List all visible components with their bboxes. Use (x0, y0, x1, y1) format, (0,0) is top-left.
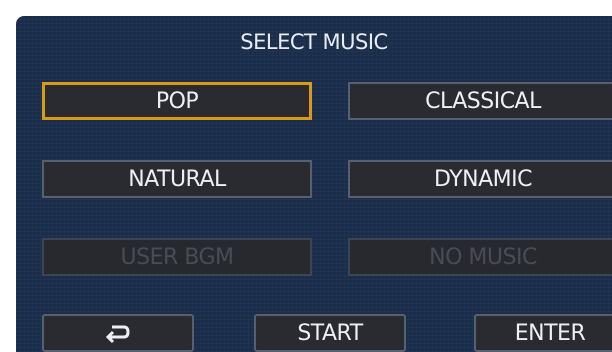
enter-button[interactable]: ENTER (474, 314, 612, 352)
select-music-screen: SELECT MUSIC POP CLASSICAL NATURAL DYNAM… (16, 16, 612, 352)
option-classical-button[interactable]: CLASSICAL (348, 82, 612, 120)
screen-title: SELECT MUSIC (240, 30, 388, 54)
option-no-music-button: NO MUSIC (348, 238, 612, 276)
return-arrow-icon (104, 322, 132, 344)
option-natural-button[interactable]: NATURAL (42, 160, 312, 198)
option-dynamic-button[interactable]: DYNAMIC (348, 160, 612, 198)
start-button[interactable]: START (254, 314, 406, 352)
option-pop-button[interactable]: POP (42, 82, 312, 120)
back-button[interactable] (42, 314, 194, 352)
option-user-bgm-button: USER BGM (42, 238, 312, 276)
